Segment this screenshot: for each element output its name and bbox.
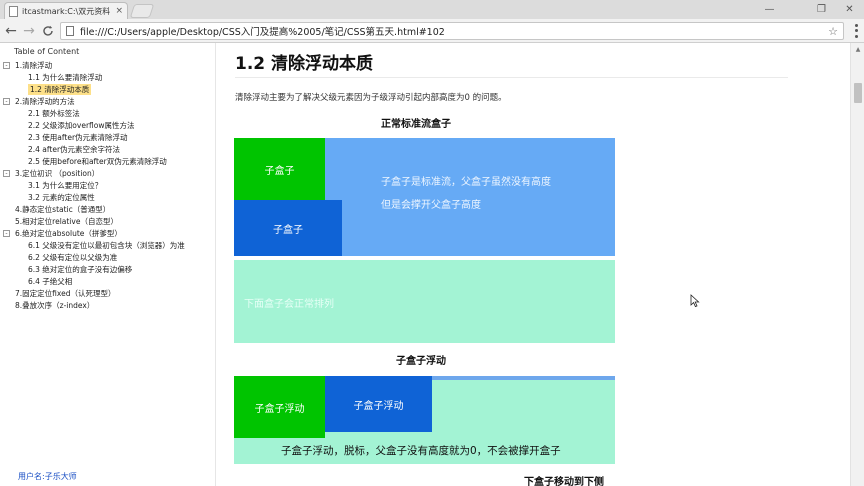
browser-toolbar: ← → file:///C:/Users/apple/Desktop/CSS入门… bbox=[0, 19, 864, 43]
user-name-label: 用户名:子乐大师 bbox=[18, 472, 77, 481]
toc-item[interactable]: 7.固定定位fixed（认死理型） bbox=[15, 288, 115, 299]
close-window-button[interactable]: ✕ bbox=[836, 0, 863, 19]
new-tab-button[interactable] bbox=[129, 4, 155, 18]
bookmark-star-icon[interactable]: ☆ bbox=[828, 25, 838, 38]
scroll-thumb[interactable] bbox=[854, 83, 862, 103]
demo2-caption: 子盒子浮动 bbox=[396, 356, 446, 367]
demo2-float-box-green: 子盒子浮动 bbox=[234, 376, 325, 438]
toc-item[interactable]: 5.相对定位relative（自恋型） bbox=[15, 216, 118, 227]
next-caption: 下盒子移动到下侧 bbox=[524, 477, 604, 486]
page-icon bbox=[66, 26, 74, 36]
address-bar[interactable]: file:///C:/Users/apple/Desktop/CSS入门及提高%… bbox=[60, 22, 844, 40]
toc-item[interactable]: 2.2 父级添加overflow属性方法 bbox=[28, 120, 134, 131]
toc-item[interactable]: 2.3 使用after伪元素清除浮动 bbox=[28, 132, 128, 143]
demo2-below-text: 子盒子浮动，脱标，父盒子没有高度就为0，不会被撑开盒子 bbox=[281, 445, 561, 457]
toc-collapse-toggle[interactable]: - bbox=[3, 170, 10, 177]
toc-item[interactable]: 1.1 为什么要清除浮动 bbox=[28, 72, 102, 83]
demo1-below-text: 下面盒子会正常排列 bbox=[244, 299, 334, 310]
demo1-child-box-blue: 子盒子 bbox=[234, 200, 342, 256]
demo1-caption: 正常标准流盒子 bbox=[381, 119, 451, 130]
demo1-parent-text-line2: 但是会撑开父盒子高度 bbox=[381, 200, 481, 211]
toc-collapse-toggle[interactable]: - bbox=[3, 62, 10, 69]
page-title: 1.2 清除浮动本质 bbox=[235, 54, 374, 74]
toc-heading: Table of Content bbox=[14, 47, 80, 56]
browser-tab[interactable]: itcastmark:C:\双元资料 × bbox=[4, 2, 128, 19]
demo2-float-box-blue: 子盒子浮动 bbox=[325, 376, 432, 432]
toc-item[interactable]: 3.2 元素的定位属性 bbox=[28, 192, 95, 203]
intro-paragraph: 清除浮动主要为了解决父级元素因为子级浮动引起内部高度为0 的问题。 bbox=[235, 93, 507, 103]
menu-dot bbox=[854, 29, 858, 33]
menu-dot bbox=[854, 34, 858, 38]
toc-item[interactable]: 2.清除浮动的方法 bbox=[15, 96, 75, 107]
toc-item[interactable]: 6.绝对定位absolute（拼爹型） bbox=[15, 228, 122, 239]
forward-button[interactable]: → bbox=[21, 22, 37, 40]
toc-item[interactable]: 6.1 父级没有定位以最初包含块（浏览器）为准 bbox=[28, 240, 185, 251]
toc-item-active[interactable]: 1.2 清除浮动本质 bbox=[28, 84, 92, 95]
main-content: 1.2 清除浮动本质 清除浮动主要为了解决父级元素因为子级浮动引起内部高度为0 … bbox=[216, 43, 850, 486]
vertical-scrollbar[interactable]: ▲ bbox=[850, 43, 864, 486]
toc-item[interactable]: 6.4 子绝父相 bbox=[28, 276, 72, 287]
toc-item[interactable]: 3.定位初识 （position） bbox=[15, 168, 99, 179]
title-bar: itcastmark:C:\双元资料 × — ❐ ✕ bbox=[0, 0, 864, 19]
scroll-up-arrow-icon[interactable]: ▲ bbox=[851, 43, 864, 56]
toc-item[interactable]: 6.2 父级有定位以父级为准 bbox=[28, 252, 117, 263]
toc-item[interactable]: 2.5 使用before和after双伪元素清除浮动 bbox=[28, 156, 167, 167]
url-text[interactable]: file:///C:/Users/apple/Desktop/CSS入门及提高%… bbox=[80, 24, 824, 38]
toc-item[interactable]: 4.静态定位static（普通型） bbox=[15, 204, 110, 215]
toc-item[interactable]: 2.4 after伪元素空余字符法 bbox=[28, 144, 120, 155]
table-of-contents: Table of Content -1.清除浮动 1.1 为什么要清除浮动 1.2 … bbox=[0, 43, 215, 486]
mouse-cursor-icon bbox=[690, 294, 700, 308]
demo1-parent-text-line1: 子盒子是标准流，父盒子虽然没有高度 bbox=[381, 177, 551, 188]
demo1-child-box-green: 子盒子 bbox=[234, 138, 325, 200]
tab-title: itcastmark:C:\双元资料 bbox=[22, 6, 111, 16]
maximize-button[interactable]: ❐ bbox=[808, 0, 835, 19]
toc-item[interactable]: 2.1 额外标签法 bbox=[28, 108, 80, 119]
back-button[interactable]: ← bbox=[3, 22, 19, 40]
browser-menu-button[interactable] bbox=[850, 23, 862, 39]
title-rule bbox=[235, 77, 788, 78]
document-icon bbox=[9, 5, 18, 17]
toc-item[interactable]: 6.3 绝对定位的盒子没有边偏移 bbox=[28, 264, 132, 275]
toc-collapse-toggle[interactable]: - bbox=[3, 98, 10, 105]
minimize-button[interactable]: — bbox=[756, 0, 783, 19]
toc-item[interactable]: 3.1 为什么要用定位？ bbox=[28, 180, 102, 191]
reload-icon bbox=[43, 25, 53, 36]
toc-item[interactable]: 1.清除浮动 bbox=[15, 60, 52, 71]
reload-button[interactable] bbox=[40, 22, 56, 40]
demo1-parent-text: 子盒子是标准流，父盒子虽然没有高度 但是会撑开父盒子高度 bbox=[381, 171, 551, 217]
tab-close-icon[interactable]: × bbox=[115, 6, 123, 16]
toc-collapse-toggle[interactable]: - bbox=[3, 230, 10, 237]
toc-item[interactable]: 8.叠放次序（z-index） bbox=[15, 300, 94, 311]
menu-dot bbox=[854, 24, 858, 28]
